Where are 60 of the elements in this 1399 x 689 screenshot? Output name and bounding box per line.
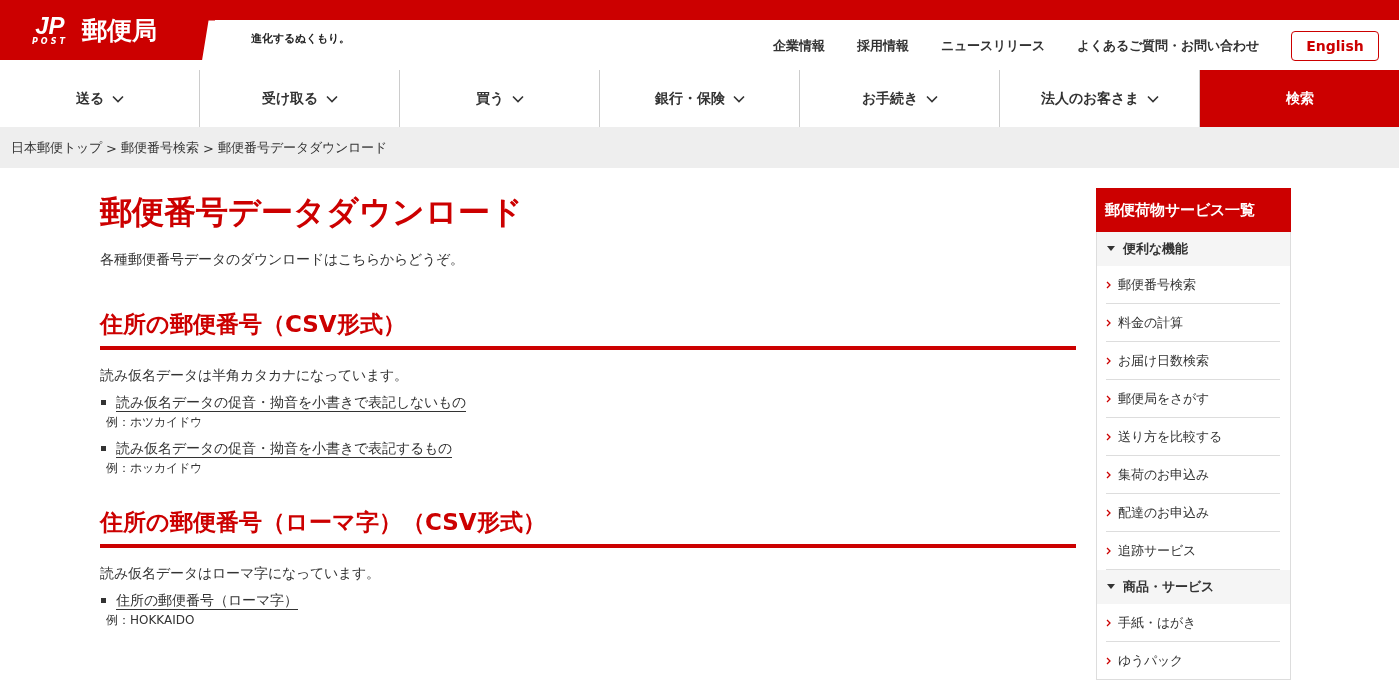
sidebar-link[interactable]: 郵便局をさがす [1106,380,1280,418]
chevron-down-icon [732,94,745,103]
sidebar-link[interactable]: 手紙・はがき [1106,604,1280,642]
chevron-down-icon [511,94,524,103]
bullet-icon [101,446,106,451]
breadcrumb-separator: > [106,140,117,156]
section-heading: 住所の郵便番号（ローマ字）（CSV形式） [100,507,1076,548]
sidebar-link[interactable]: 送り方を比較する [1106,418,1280,456]
intro-text: 各種郵便番号データのダウンロードはこちらからどうぞ。 [100,251,465,269]
example-text: 例：HOKKAIDO [106,612,195,629]
search-button[interactable]: 検索 [1200,70,1399,127]
chevron-right-icon [1106,432,1111,441]
download-link[interactable]: 読み仮名データの促音・拗音を小書きで表記するもの [116,439,452,458]
sidebar-link[interactable]: ゆうパック [1106,642,1280,679]
example-text: 例：ホツカイドウ [106,414,202,431]
tagline: 進化するぬくもり。 [251,31,350,46]
chevron-down-icon [925,94,938,103]
bullet-icon [101,400,106,405]
download-link[interactable]: 住所の郵便番号（ローマ字） [116,591,298,610]
language-button[interactable]: English [1291,31,1379,61]
section-note: 読み仮名データはローマ字になっています。 [100,565,381,583]
chevron-right-icon [1106,318,1111,327]
chevron-down-icon [325,94,338,103]
utility-link[interactable]: 企業情報 [773,37,825,55]
chevron-right-icon [1106,546,1111,555]
logo-mark: JP [35,14,65,38]
logo-name: 郵便局 [81,14,157,47]
sidebar-link[interactable]: 料金の計算 [1106,304,1280,342]
sidebar-title: 郵便荷物サービス一覧 [1096,188,1291,232]
chevron-right-icon [1106,656,1111,665]
group-label: 便利な機能 [1123,240,1188,258]
sidebar-link[interactable]: お届け日数検索 [1106,342,1280,380]
group-label: 商品・サービス [1123,578,1214,596]
breadcrumb-separator: > [202,140,214,156]
download-link[interactable]: 読み仮名データの促音・拗音を小書きで表記しないもの [116,393,466,412]
sidebar-group-heading[interactable]: 商品・サービス [1097,570,1290,604]
chevron-right-icon [1106,356,1111,365]
breadcrumb-link[interactable]: 郵便番号データダウンロード [217,139,387,157]
example-text: 例：ホッカイドウ [106,460,202,477]
section-note: 読み仮名データは半角カタカナになっています。 [100,367,409,385]
sidebar-link[interactable]: 集荷のお申込み [1106,456,1280,494]
breadcrumb-link[interactable]: 郵便番号検索 [120,139,199,157]
sidebar-group-heading[interactable]: 便利な機能 [1097,232,1290,266]
chevron-down-icon [111,94,124,103]
utility-link[interactable]: 採用情報 [857,37,909,55]
sidebar-link[interactable]: 配達のお申込み [1106,494,1280,532]
chevron-right-icon [1106,394,1111,403]
logo-subtext: POST [32,38,68,46]
chevron-right-icon [1106,618,1111,627]
bullet-icon [101,598,106,603]
chevron-right-icon [1106,280,1111,289]
chevron-down-icon [1146,94,1159,103]
page-title: 郵便番号データダウンロード [100,192,524,233]
sidebar-link[interactable]: 郵便番号検索 [1106,266,1280,304]
utility-link[interactable]: ニュースリリース [941,37,1045,55]
section-heading: 住所の郵便番号（CSV形式） [100,309,1076,350]
utility-link[interactable]: よくあるご質問・お問い合わせ [1077,37,1259,55]
chevron-right-icon [1106,470,1111,479]
breadcrumb-link[interactable]: 日本郵便トップ [11,139,102,157]
chevron-right-icon [1106,508,1111,517]
